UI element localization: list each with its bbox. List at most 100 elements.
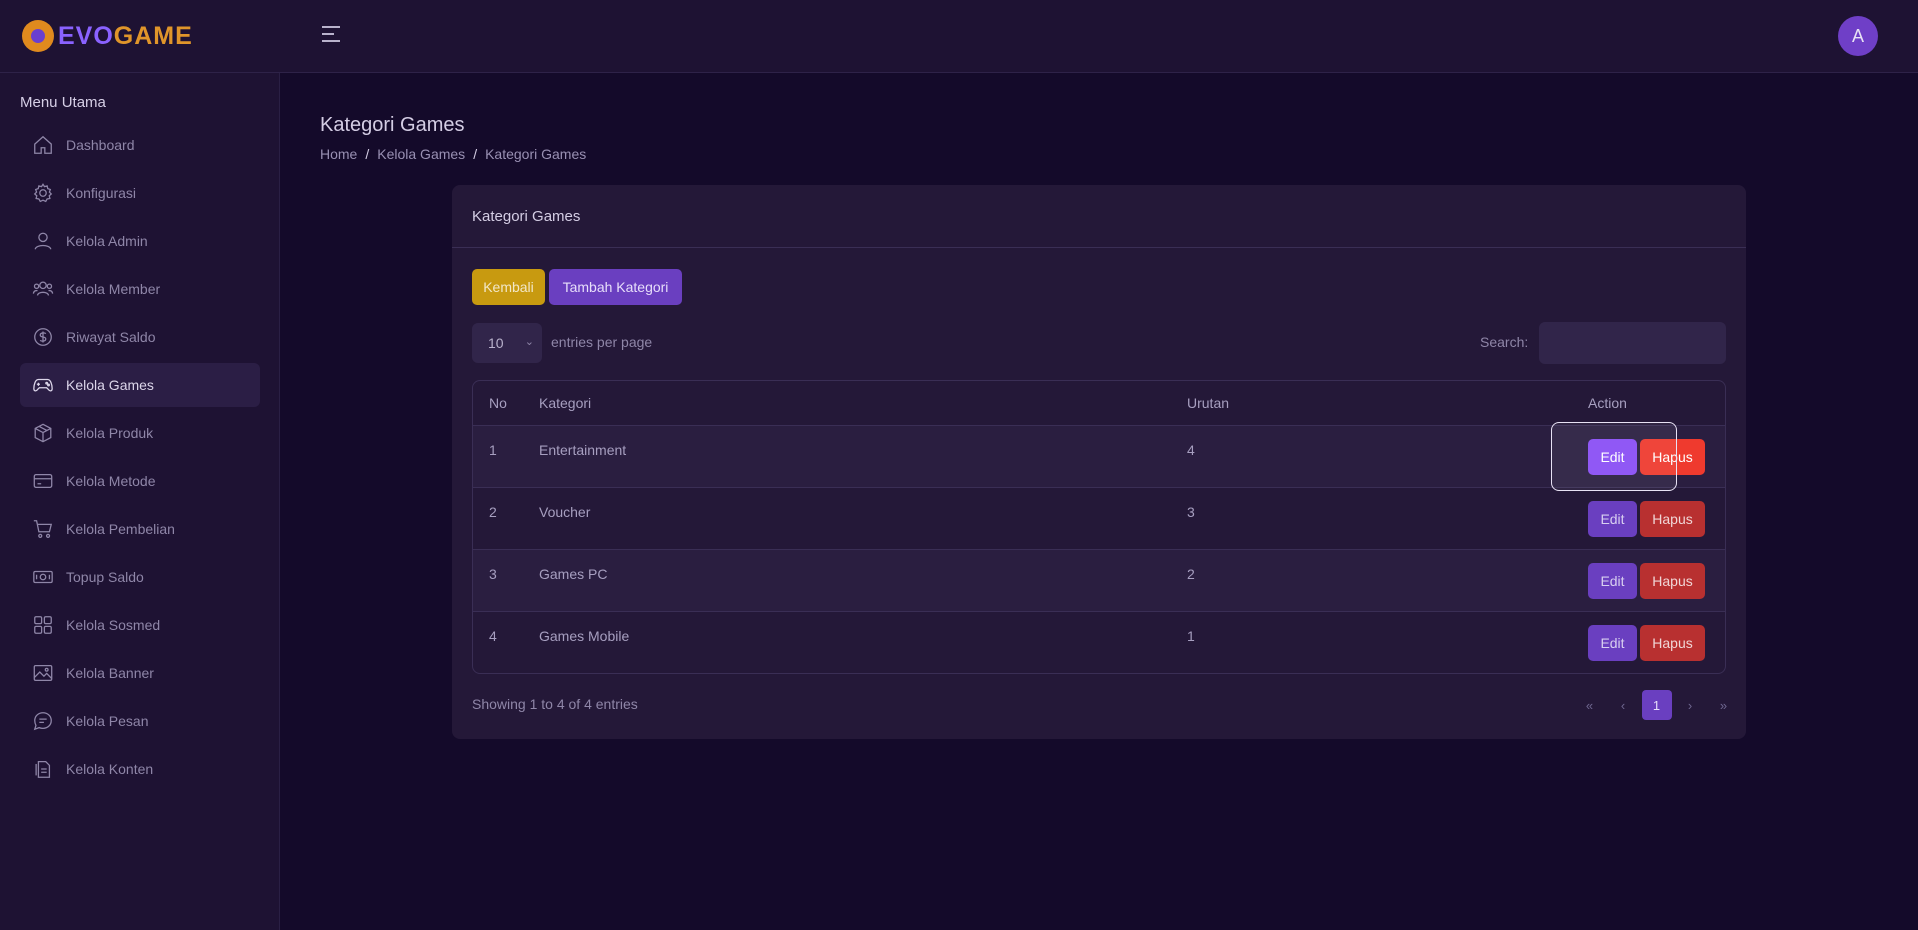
table-row: 4 Games Mobile 1 Edit Hapus bbox=[473, 612, 1725, 673]
column-header-action: Action bbox=[1588, 395, 1627, 411]
search-label: Search: bbox=[1480, 334, 1529, 350]
kategori-card: Kategori Games Kembali Tambah Kategori 1… bbox=[452, 185, 1746, 739]
page-first-button[interactable]: « bbox=[1575, 690, 1605, 720]
credit-card-icon bbox=[33, 473, 53, 489]
user-icon bbox=[34, 232, 52, 250]
page-prev-button[interactable]: ‹ bbox=[1608, 690, 1638, 720]
sidebar-item-label: Kelola Banner bbox=[66, 665, 154, 681]
sidebar-item-label: Kelola Pesan bbox=[66, 713, 149, 729]
home-icon bbox=[34, 135, 52, 154]
table-header: No Kategori Urutan Action bbox=[473, 381, 1725, 426]
pagination: « ‹ 1 › » bbox=[1571, 690, 1739, 720]
delete-button[interactable]: Hapus bbox=[1640, 625, 1705, 661]
cell-no: 3 bbox=[489, 566, 497, 582]
back-button[interactable]: Kembali bbox=[472, 269, 545, 305]
cell-no: 1 bbox=[489, 442, 497, 458]
search-input[interactable] bbox=[1539, 322, 1726, 364]
sidebar-item-kelola-member[interactable]: Kelola Member bbox=[20, 267, 260, 311]
cell-urutan: 3 bbox=[1187, 504, 1195, 520]
sidebar-item-kelola-admin[interactable]: Kelola Admin bbox=[20, 219, 260, 263]
entries-value: 10 bbox=[488, 335, 504, 351]
edit-button[interactable]: Edit bbox=[1588, 563, 1637, 599]
page-title: Kategori Games bbox=[320, 114, 465, 136]
breadcrumb-home[interactable]: Home bbox=[320, 146, 357, 162]
sidebar-item-label: Kelola Admin bbox=[66, 233, 148, 249]
edit-button[interactable]: Edit bbox=[1588, 501, 1637, 537]
kategori-table: No Kategori Urutan Action 1 Entertainmen… bbox=[472, 380, 1726, 674]
sidebar-item-label: Kelola Games bbox=[66, 377, 154, 393]
column-header-urutan[interactable]: Urutan bbox=[1187, 395, 1229, 411]
sidebar-item-label: Topup Saldo bbox=[66, 569, 144, 585]
sidebar-item-kelola-konten[interactable]: Kelola Konten bbox=[20, 747, 260, 791]
cell-kategori: Games Mobile bbox=[539, 628, 630, 644]
logo[interactable]: EVOGAME bbox=[22, 20, 193, 52]
box-icon bbox=[34, 423, 52, 443]
sidebar-item-label: Kelola Produk bbox=[66, 425, 154, 441]
sidebar-menu: Dashboard Konfigurasi Kelola Admin Kelol… bbox=[20, 123, 260, 795]
sidebar-item-label: Riwayat Saldo bbox=[66, 329, 156, 345]
edit-button[interactable]: Edit bbox=[1588, 625, 1637, 661]
page-current-button[interactable]: 1 bbox=[1641, 690, 1672, 720]
cell-kategori: Voucher bbox=[539, 504, 591, 520]
breadcrumb: Home / Kelola Games / Kategori Games bbox=[320, 146, 586, 162]
grid-icon bbox=[34, 616, 52, 634]
sidebar-item-kelola-sosmed[interactable]: Kelola Sosmed bbox=[20, 603, 260, 647]
add-category-button[interactable]: Tambah Kategori bbox=[549, 269, 682, 305]
sidebar-item-kelola-metode[interactable]: Kelola Metode bbox=[20, 459, 260, 503]
image-icon bbox=[33, 665, 53, 681]
sidebar-item-label: Kelola Member bbox=[66, 281, 161, 297]
edit-button[interactable]: Edit bbox=[1588, 439, 1637, 475]
cell-kategori: Games PC bbox=[539, 566, 608, 582]
cell-kategori: Entertainment bbox=[539, 442, 627, 458]
logo-icon bbox=[22, 20, 54, 52]
top-bar: EVOGAME A bbox=[0, 0, 1918, 73]
sidebar-item-kelola-banner[interactable]: Kelola Banner bbox=[20, 651, 260, 695]
gear-icon bbox=[33, 183, 53, 203]
breadcrumb-separator: / bbox=[365, 146, 370, 162]
sidebar-item-label: Kelola Metode bbox=[66, 473, 156, 489]
page-last-button[interactable]: » bbox=[1709, 690, 1739, 720]
delete-button[interactable]: Hapus bbox=[1640, 501, 1705, 537]
sidebar-item-konfigurasi[interactable]: Konfigurasi bbox=[20, 171, 260, 215]
sidebar-item-kelola-pembelian[interactable]: Kelola Pembelian bbox=[20, 507, 260, 551]
table-info: Showing 1 to 4 of 4 entries bbox=[472, 696, 638, 712]
breadcrumb-current: Kategori Games bbox=[485, 146, 587, 162]
column-header-no[interactable]: No bbox=[489, 395, 507, 411]
sidebar-item-riwayat-saldo[interactable]: Riwayat Saldo bbox=[20, 315, 260, 359]
sidebar-item-label: Kelola Konten bbox=[66, 761, 154, 777]
sidebar-item-kelola-games[interactable]: Kelola Games bbox=[20, 363, 260, 407]
entries-label: entries per page bbox=[551, 334, 653, 350]
column-header-kategori[interactable]: Kategori bbox=[539, 395, 591, 411]
sidebar-item-kelola-pesan[interactable]: Kelola Pesan bbox=[20, 699, 260, 743]
sidebar-item-topup-saldo[interactable]: Topup Saldo bbox=[20, 555, 260, 599]
sidebar-item-kelola-produk[interactable]: Kelola Produk bbox=[20, 411, 260, 455]
cart-icon bbox=[33, 520, 53, 538]
delete-button[interactable]: Hapus bbox=[1640, 563, 1705, 599]
document-icon bbox=[35, 761, 51, 778]
cell-no: 2 bbox=[489, 504, 497, 520]
money-icon bbox=[33, 570, 53, 584]
table-row: 3 Games PC 2 Edit Hapus bbox=[473, 550, 1725, 612]
sidebar-item-dashboard[interactable]: Dashboard bbox=[20, 123, 260, 167]
chat-icon bbox=[33, 712, 52, 731]
sidebar-item-label: Konfigurasi bbox=[66, 185, 137, 201]
dollar-circle-icon bbox=[34, 328, 52, 346]
breadcrumb-kelola-games[interactable]: Kelola Games bbox=[377, 146, 465, 162]
cell-urutan: 1 bbox=[1187, 628, 1195, 644]
card-title: Kategori Games bbox=[452, 185, 1746, 248]
gamepad-icon bbox=[33, 378, 53, 392]
sidebar-item-label: Kelola Pembelian bbox=[66, 521, 175, 537]
sidebar-item-label: Kelola Sosmed bbox=[66, 617, 161, 633]
delete-button[interactable]: Hapus bbox=[1640, 439, 1705, 475]
entries-per-page-select[interactable]: 10 ⌄ bbox=[472, 323, 542, 363]
hamburger-icon[interactable] bbox=[322, 26, 340, 44]
breadcrumb-separator: / bbox=[473, 146, 478, 162]
page-next-button[interactable]: › bbox=[1675, 690, 1705, 720]
chevron-down-icon: ⌄ bbox=[524, 336, 534, 348]
avatar[interactable]: A bbox=[1838, 16, 1878, 56]
logo-text: EVOGAME bbox=[58, 21, 193, 50]
sidebar-item-label: Dashboard bbox=[66, 137, 135, 153]
cell-urutan: 4 bbox=[1187, 442, 1195, 458]
table-row: 1 Entertainment 4 Edit Hapus bbox=[473, 426, 1725, 488]
sidebar-title: Menu Utama bbox=[20, 94, 106, 111]
